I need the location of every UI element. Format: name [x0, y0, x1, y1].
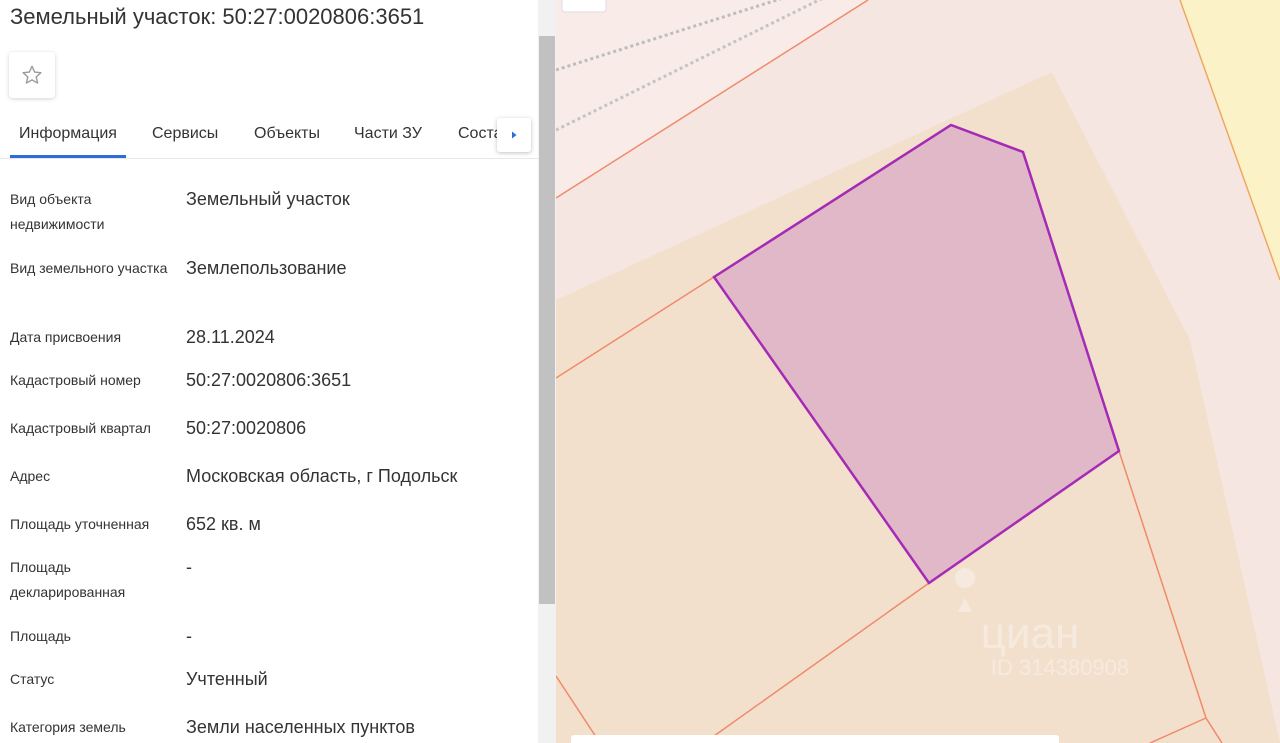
info-value: Московская область, г Подольск: [186, 466, 458, 486]
watermark-id: ID 314380908: [991, 655, 1129, 680]
info-value: Земельный участок: [186, 189, 350, 209]
info-label: Площадь уточненная: [10, 516, 150, 532]
map-control-button[interactable]: [561, 0, 607, 13]
tab-services[interactable]: Сервисы: [143, 112, 227, 156]
info-label: Вид земельного участка: [10, 260, 168, 276]
info-value: 50:27:0020806:3651: [186, 370, 352, 390]
info-label: Площадь: [10, 628, 71, 644]
info-value: 652 кв. м: [186, 514, 261, 534]
info-label: Вид объекта недвижимости: [10, 191, 105, 232]
info-value: Учтенный: [186, 669, 268, 689]
info-value: Земли населенных пунктов: [186, 717, 415, 737]
info-value: -: [186, 626, 192, 646]
info-panel: Земельный участок: 50:27:0020806:3651 Ин…: [0, 0, 538, 743]
map-canvas: циан ID 314380908: [556, 0, 1280, 743]
watermark-brand: циан: [981, 609, 1080, 658]
info-label: Адрес: [10, 468, 51, 484]
page-title: Земельный участок: 50:27:0020806:3651: [10, 4, 425, 29]
tabs-scroll-right-button[interactable]: [497, 118, 531, 152]
cadastral-map[interactable]: циан ID 314380908: [556, 0, 1280, 743]
tab-bar: Информация Сервисы Объекты Части ЗУ Сост…: [0, 112, 538, 159]
triangle-right-icon: [512, 131, 517, 139]
info-label: Дата присвоения: [10, 329, 122, 345]
tab-parts[interactable]: Части ЗУ: [345, 112, 431, 156]
info-label: Категория земель: [10, 719, 126, 735]
favorite-button[interactable]: [9, 52, 55, 98]
info-value: 50:27:0020806: [186, 418, 307, 438]
info-value: Землепользование: [186, 258, 347, 278]
info-value: 28.11.2024: [186, 327, 275, 347]
scrollbar-thumb[interactable]: [539, 36, 555, 604]
info-label: Кадастровый квартал: [10, 420, 151, 436]
map-bottom-bar: [571, 735, 1059, 743]
info-label: Кадастровый номер: [10, 372, 141, 388]
tab-objects[interactable]: Объекты: [245, 112, 329, 156]
info-label: Площадь декларированная: [10, 559, 126, 600]
info-label: Статус: [10, 671, 55, 687]
tab-information[interactable]: Информация: [10, 112, 126, 158]
star-outline-icon: [22, 65, 42, 84]
info-value: -: [186, 557, 192, 577]
